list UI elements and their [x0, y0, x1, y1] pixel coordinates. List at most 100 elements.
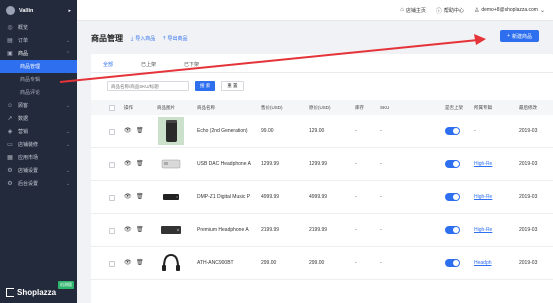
trash-icon[interactable]: 🗑 — [136, 193, 144, 200]
download-icon: ⤓ — [131, 35, 134, 42]
marketing-icon: ◈ — [7, 129, 13, 135]
product-stock: - — [355, 260, 357, 266]
sidebar-item-app-market[interactable]: ▦ 应用市场 — [0, 151, 77, 164]
version-badge: 机测版 — [58, 281, 74, 289]
store-switcher[interactable]: Vallin ▸ — [0, 0, 77, 21]
product-original-price: 299.00 — [309, 260, 325, 266]
chart-icon: ↗ — [7, 116, 13, 122]
chevron-down-icon: ⌄ — [65, 102, 70, 109]
reset-button[interactable]: 重 置 — [221, 81, 244, 91]
status-tabs: 全部 已上架 已下架 — [99, 59, 203, 73]
col-album: 所属专辑 — [474, 105, 492, 110]
col-updated: 最后修改 — [519, 105, 537, 110]
page-header: 商品管理 ⤓ 导入商品 ⤒ 导出商品 — [91, 33, 187, 44]
chevron-down-icon: ⌄ — [65, 180, 70, 187]
product-price: 4999.99 — [261, 194, 280, 200]
tab-off-shelf[interactable]: 已下架 — [180, 59, 203, 73]
product-price: 1299.99 — [261, 161, 280, 167]
view-icon[interactable]: 👁 — [124, 127, 132, 134]
publish-toggle[interactable] — [445, 160, 460, 168]
chevron-up-icon: ⌃ — [65, 50, 70, 57]
tab-on-shelf[interactable]: 已上架 — [137, 59, 160, 73]
row-checkbox[interactable] — [109, 195, 115, 201]
product-sku: - — [380, 128, 382, 134]
sidebar-item-store-settings[interactable]: ⚙ 店铺设置 ⌄ — [0, 164, 77, 177]
product-original-price: 1299.99 — [309, 161, 328, 167]
publish-toggle[interactable] — [445, 259, 460, 267]
product-album-link[interactable]: High-Re — [474, 194, 492, 200]
sidebar-item-orders[interactable]: ▤ 订单 ⌄ — [0, 34, 77, 47]
trash-icon[interactable]: 🗑 — [136, 160, 144, 167]
trash-icon[interactable]: 🗑 — [136, 226, 144, 233]
sidebar-subitem-product-reviews[interactable]: 商品评论 — [0, 86, 77, 99]
search-button[interactable]: 搜 索 — [195, 81, 216, 91]
product-original-price: 129.00 — [309, 128, 325, 134]
col-image: 商品图片 — [157, 105, 175, 110]
product-name: Premium Headphone A — [197, 227, 249, 233]
product-original-price: 4999.99 — [309, 194, 328, 200]
publish-toggle[interactable] — [445, 127, 460, 135]
trash-icon[interactable]: 🗑 — [136, 127, 144, 134]
caret-right-icon: ▸ — [68, 7, 71, 14]
row-checkbox[interactable] — [109, 162, 115, 168]
dac-image — [161, 159, 181, 169]
new-product-button[interactable]: + 新建商品 — [500, 30, 539, 42]
product-thumbnail — [157, 150, 185, 178]
store-home-link[interactable]: ⌂ 店铺主页 — [400, 7, 426, 14]
row-checkbox[interactable] — [109, 261, 115, 267]
view-icon[interactable]: 👁 — [124, 226, 132, 233]
sidebar-subitem-product-albums[interactable]: 商品专辑 — [0, 73, 77, 86]
table-row: 👁 🗑 ATH-ANC900BT 299.00 299.00 - - Headp… — [91, 247, 553, 280]
search-input[interactable] — [107, 81, 189, 91]
product-price: 99.00 — [261, 128, 274, 134]
product-updated: 2019-03 — [519, 128, 538, 134]
col-name: 商品名称 — [197, 105, 215, 110]
chevron-down-icon: ⌄ — [65, 37, 70, 44]
chevron-down-icon: ⌄ — [65, 141, 70, 148]
select-all-checkbox[interactable] — [109, 105, 115, 111]
sidebar-item-products[interactable]: ▣ 商品 ⌃ — [0, 47, 77, 60]
view-icon[interactable]: 👁 — [124, 160, 132, 167]
import-products-link[interactable]: ⤓ 导入商品 — [131, 35, 155, 43]
row-checkbox[interactable] — [109, 228, 115, 234]
sidebar-item-store-design[interactable]: ▭ 店铺装修 ⌄ — [0, 138, 77, 151]
product-stock: - — [355, 161, 357, 167]
help-icon: ⓘ — [435, 8, 442, 15]
product-album-link[interactable]: High-Re — [474, 227, 492, 233]
user-menu[interactable]: ♙ demo+8@shoplazza.com ⌄ — [474, 7, 545, 14]
col-stock: 库存 — [355, 105, 364, 110]
sidebar-item-overview[interactable]: ◎ 概览 — [0, 21, 77, 34]
sidebar-item-marketing[interactable]: ◈ 营销 ⌄ — [0, 125, 77, 138]
product-updated: 2019-03 — [519, 194, 538, 200]
product-album-link[interactable]: High-Re — [474, 161, 492, 167]
upload-icon: ⤒ — [163, 35, 166, 42]
product-sku: - — [380, 194, 382, 200]
trash-icon[interactable]: 🗑 — [136, 259, 144, 266]
view-icon[interactable]: 👁 — [124, 259, 132, 266]
headphone-amp-image — [161, 226, 181, 234]
admin-settings-icon: ⚙ — [7, 181, 13, 187]
product-name: ATH-ANC900BT — [197, 260, 234, 266]
publish-toggle[interactable] — [445, 193, 460, 201]
order-icon: ▤ — [7, 38, 13, 44]
export-products-link[interactable]: ⤒ 导出商品 — [163, 35, 187, 43]
tab-all[interactable]: 全部 — [99, 59, 118, 73]
col-original-price: 原价(USD) — [309, 105, 331, 110]
sidebar-item-admin-settings[interactable]: ⚙ 后台设置 ⌄ — [0, 177, 77, 190]
page-title: 商品管理 — [91, 34, 123, 43]
product-name: Echo (2nd Generation) — [197, 128, 248, 134]
view-icon[interactable]: 👁 — [124, 193, 132, 200]
col-actions: 操作 — [124, 105, 133, 110]
product-album-link[interactable]: Headph — [474, 260, 492, 266]
col-published: 是否上架 — [445, 105, 463, 110]
sidebar-item-data[interactable]: ↗ 数据 — [0, 112, 77, 125]
publish-toggle[interactable] — [445, 226, 460, 234]
sidebar-item-customers[interactable]: ☺ 顾客 ⌄ — [0, 99, 77, 112]
product-price: 2199.99 — [261, 227, 280, 233]
sidebar-subitem-product-management[interactable]: 商品管理 — [0, 60, 77, 73]
help-center-link[interactable]: ⓘ 帮助中心 — [436, 6, 464, 15]
product-name: USB DAC Headphone A — [197, 161, 251, 167]
product-stock: - — [355, 128, 357, 134]
product-album: - — [474, 128, 476, 134]
row-checkbox[interactable] — [109, 129, 115, 135]
